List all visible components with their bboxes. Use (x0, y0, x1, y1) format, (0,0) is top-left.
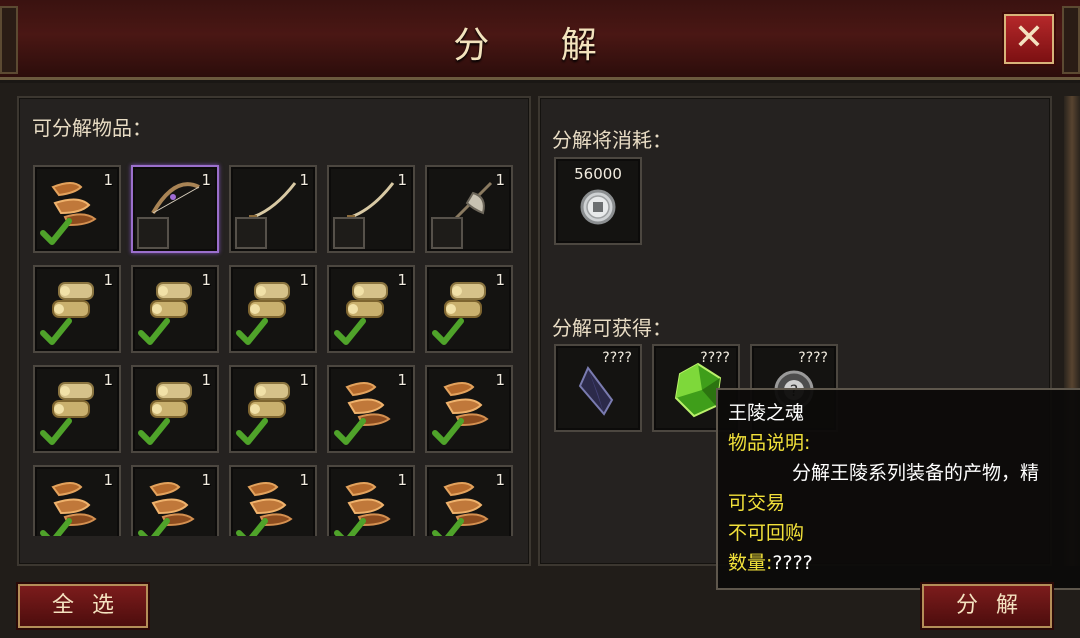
item-count: 1 (299, 171, 309, 189)
item-count: 1 (201, 471, 211, 489)
item-slot[interactable]: 1 (131, 465, 219, 536)
gain-label: 分解可获得： (552, 316, 672, 340)
item-count: 1 (103, 271, 113, 289)
decompose-button[interactable]: 分解 (922, 584, 1052, 628)
window-title: 分 解 (453, 25, 627, 66)
item-slot[interactable]: 1 (327, 165, 415, 253)
item-count: 1 (397, 171, 407, 189)
item-slot[interactable]: 1 (131, 165, 219, 253)
item-count: 1 (201, 371, 211, 389)
item-slot[interactable]: 1 (425, 265, 513, 353)
item-slot[interactable]: 1 (425, 465, 513, 536)
item-count: 1 (103, 471, 113, 489)
item-count: 1 (299, 271, 309, 289)
item-count: 1 (495, 471, 505, 489)
tooltip-item-name: 王陵之魂 (728, 402, 805, 424)
item-checkbox[interactable] (235, 217, 267, 249)
item-count: 1 (201, 171, 211, 189)
checkmark-icon (40, 318, 72, 345)
tooltip-description: 分解王陵系列装备的产物，精 (792, 462, 1040, 484)
checkmark-icon (432, 418, 464, 445)
checkmark-icon (236, 418, 268, 445)
item-slot[interactable]: 1 (131, 265, 219, 353)
tooltip-quantity-label: 数量: (728, 552, 773, 574)
title-bar-right-ornament (1062, 6, 1080, 74)
item-count: 1 (495, 271, 505, 289)
item-checkbox[interactable] (137, 217, 169, 249)
tooltip-tradable: 可交易 (728, 492, 786, 514)
item-count: 1 (397, 271, 407, 289)
tooltip-quantity: 数量:???? (728, 548, 1080, 578)
gain-slot[interactable]: ???? (554, 344, 642, 432)
checkmark-icon (236, 518, 268, 536)
item-count: 1 (299, 471, 309, 489)
item-count: 1 (103, 371, 113, 389)
checkmark-icon (334, 518, 366, 536)
item-slot[interactable]: 1 (327, 465, 415, 536)
silver-coin-icon (580, 189, 616, 225)
item-slot[interactable]: 1 (33, 465, 121, 536)
tooltip-desc-title: 物品说明: (728, 432, 811, 454)
item-count: 1 (397, 471, 407, 489)
item-count: 1 (299, 371, 309, 389)
cost-label: 分解将消耗： (552, 128, 672, 152)
item-slot[interactable]: 1 (131, 365, 219, 453)
item-count: 1 (201, 271, 211, 289)
checkmark-icon (334, 418, 366, 445)
item-tooltip: 王陵之魂 物品说明: 分解王陵系列装备的产物，精 可交易 不可回购 数量:???… (716, 388, 1080, 590)
select-all-button[interactable]: 全选 (18, 584, 148, 628)
item-slot[interactable]: 1 (229, 465, 317, 536)
item-slot[interactable]: 1 (425, 365, 513, 453)
item-checkbox[interactable] (431, 217, 463, 249)
item-slot[interactable]: 1 (425, 165, 513, 253)
checkmark-icon (432, 318, 464, 345)
gain-count: ???? (798, 350, 828, 366)
checkmark-icon (40, 518, 72, 536)
checkmark-icon (138, 418, 170, 445)
close-button[interactable]: ✕ (1004, 14, 1054, 64)
tooltip-quantity-value: ???? (772, 552, 813, 574)
tooltip-no-buyback: 不可回购 (728, 522, 805, 544)
checkmark-icon (138, 518, 170, 536)
decomposable-items-label: 可分解物品： (32, 116, 152, 140)
item-slot[interactable]: 1 (327, 365, 415, 453)
item-slot[interactable]: 1 (33, 365, 121, 453)
item-slot[interactable]: 1 (229, 365, 317, 453)
checkmark-icon (40, 418, 72, 445)
checkmark-icon (236, 318, 268, 345)
cost-value: 56000 (574, 165, 622, 183)
checkmark-icon (334, 318, 366, 345)
item-count: 1 (103, 171, 113, 189)
item-checkbox[interactable] (333, 217, 365, 249)
checkmark-icon (432, 518, 464, 536)
item-count: 1 (495, 371, 505, 389)
item-slot[interactable]: 1 (327, 265, 415, 353)
item-slot[interactable]: 1 (229, 265, 317, 353)
item-slot[interactable]: 1 (33, 165, 121, 253)
checkmark-icon (40, 218, 72, 245)
title-bar: 分 解 (0, 0, 1080, 80)
cost-slot: 56000 (554, 157, 642, 245)
item-slot[interactable]: 1 (33, 265, 121, 353)
item-slot[interactable]: 1 (229, 165, 317, 253)
dark-crystal-icon (578, 366, 614, 416)
item-count: 1 (397, 371, 407, 389)
item-count: 1 (495, 171, 505, 189)
item-grid[interactable]: 1 1 1 1 1 1 1 1 1 1 1 1 1 1 1 1 1 1 1 1 (17, 160, 531, 536)
checkmark-icon (138, 318, 170, 345)
